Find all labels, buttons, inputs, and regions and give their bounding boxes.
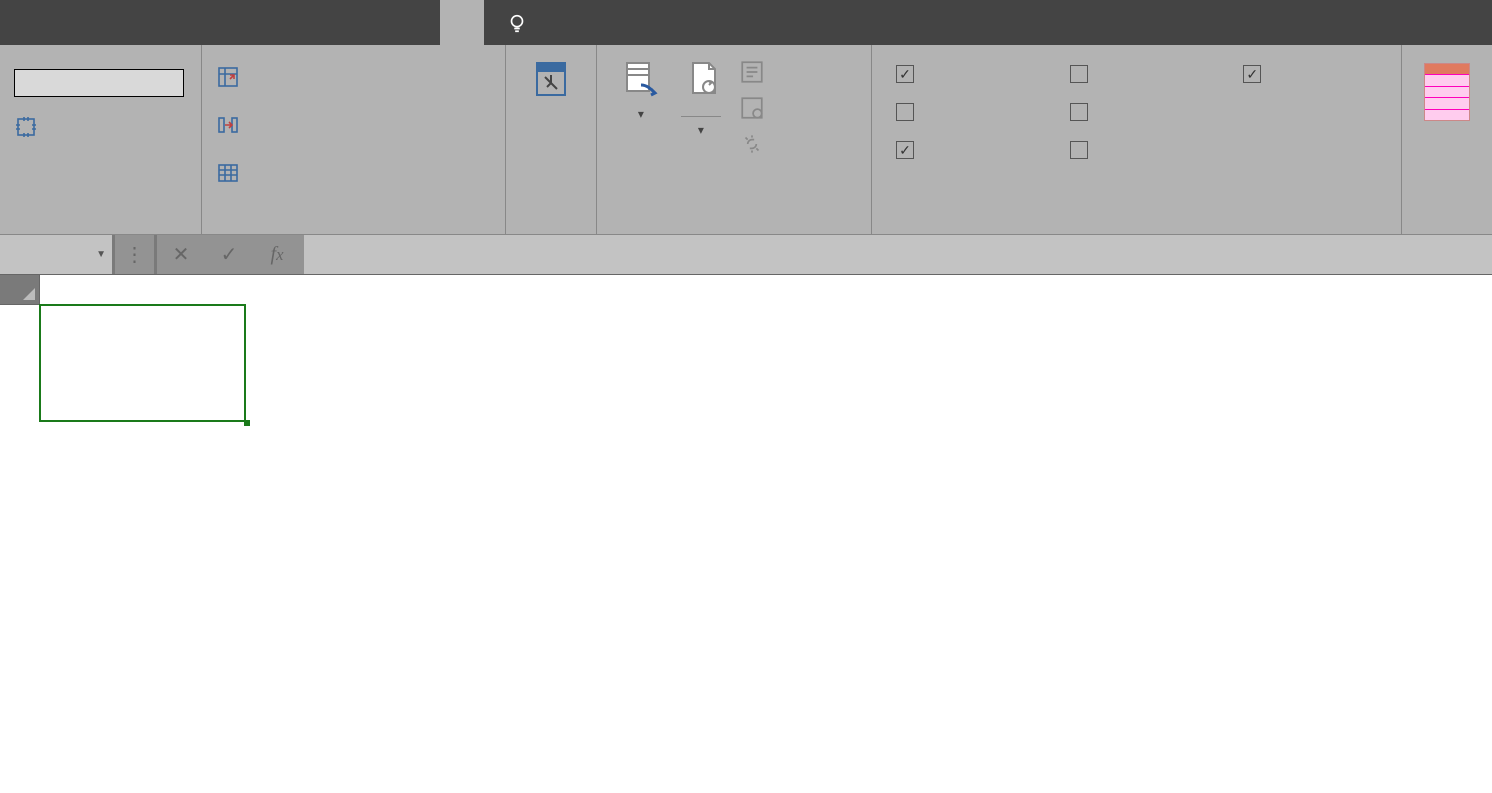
tab-insert[interactable] <box>88 0 132 45</box>
refresh-icon <box>681 59 721 99</box>
cancel-formula-button[interactable]: ✕ <box>157 235 205 274</box>
ribbon-body: ▾ ▾ <box>0 45 1492 235</box>
tab-file[interactable] <box>0 0 44 45</box>
group-properties <box>0 45 202 234</box>
summarize-pivot-button[interactable] <box>216 53 492 101</box>
name-box[interactable]: ▼ <box>0 235 115 274</box>
checkbox-icon <box>1070 103 1088 121</box>
spreadsheet-grid <box>0 275 1492 305</box>
insert-slicer-button[interactable] <box>520 53 582 125</box>
checkbox-icon <box>896 141 914 159</box>
duplicates-icon <box>216 113 240 137</box>
resize-table-button[interactable] <box>14 115 187 139</box>
lightbulb-icon <box>506 12 528 34</box>
banded-rows-checkbox[interactable] <box>896 141 1030 159</box>
first-column-checkbox[interactable] <box>1070 65 1204 83</box>
unlink-icon[interactable] <box>739 131 765 157</box>
convert-range-button[interactable] <box>216 149 492 197</box>
chevron-down-icon: ▾ <box>638 107 644 121</box>
remove-duplicates-button[interactable] <box>216 101 492 149</box>
export-button[interactable]: ▾ <box>611 53 671 234</box>
selection-box <box>39 304 246 422</box>
checkbox-icon <box>1070 141 1088 159</box>
formula-bar-menu[interactable]: ⋮ <box>115 235 157 274</box>
formula-input[interactable] <box>304 235 1492 274</box>
total-row-checkbox[interactable] <box>896 103 1030 121</box>
refresh-button[interactable]: ▾ <box>671 53 731 234</box>
tab-home[interactable] <box>44 0 88 45</box>
table-name-input[interactable] <box>14 69 184 97</box>
group-slicer <box>506 45 597 234</box>
tab-formulas[interactable] <box>220 0 264 45</box>
open-browser-icon[interactable] <box>739 95 765 121</box>
checkbox-icon <box>1243 65 1261 83</box>
header-row-checkbox[interactable] <box>896 65 1030 83</box>
checkbox-icon <box>896 65 914 83</box>
group-tools <box>202 45 507 234</box>
ribbon-tabs <box>0 0 1492 45</box>
chevron-down-icon: ▾ <box>698 123 704 137</box>
tab-view[interactable] <box>352 0 396 45</box>
checkbox-icon <box>896 103 914 121</box>
tab-review[interactable] <box>308 0 352 45</box>
properties-icon[interactable] <box>739 59 765 85</box>
group-external: ▾ ▾ <box>597 45 872 234</box>
group-style-options <box>872 45 1402 234</box>
tab-help[interactable] <box>396 0 440 45</box>
accept-formula-button[interactable]: ✓ <box>205 235 253 274</box>
tab-page-layout[interactable] <box>176 0 220 45</box>
range-icon <box>216 161 240 185</box>
select-all-corner[interactable] <box>0 275 40 305</box>
tab-draw[interactable] <box>132 0 176 45</box>
last-column-checkbox[interactable] <box>1070 103 1204 121</box>
pivot-icon <box>216 65 240 89</box>
filter-button-checkbox[interactable] <box>1243 65 1377 83</box>
tell-me-search[interactable] <box>484 0 560 45</box>
tab-data[interactable] <box>264 0 308 45</box>
row-headers <box>0 275 40 305</box>
export-icon <box>621 59 661 99</box>
slicer-icon <box>531 59 571 99</box>
formula-bar: ▼ ⋮ ✕ ✓ fx <box>0 235 1492 275</box>
tab-table-design[interactable] <box>440 0 484 45</box>
table-style-swatch[interactable] <box>1416 53 1478 121</box>
column-headers <box>40 275 1492 305</box>
insert-function-button[interactable]: fx <box>253 235 301 274</box>
resize-icon <box>14 115 38 139</box>
group-table-styles <box>1402 45 1492 234</box>
chevron-down-icon: ▼ <box>96 249 106 260</box>
checkbox-icon <box>1070 65 1088 83</box>
selection-handle[interactable] <box>244 420 250 426</box>
banded-columns-checkbox[interactable] <box>1070 141 1204 159</box>
